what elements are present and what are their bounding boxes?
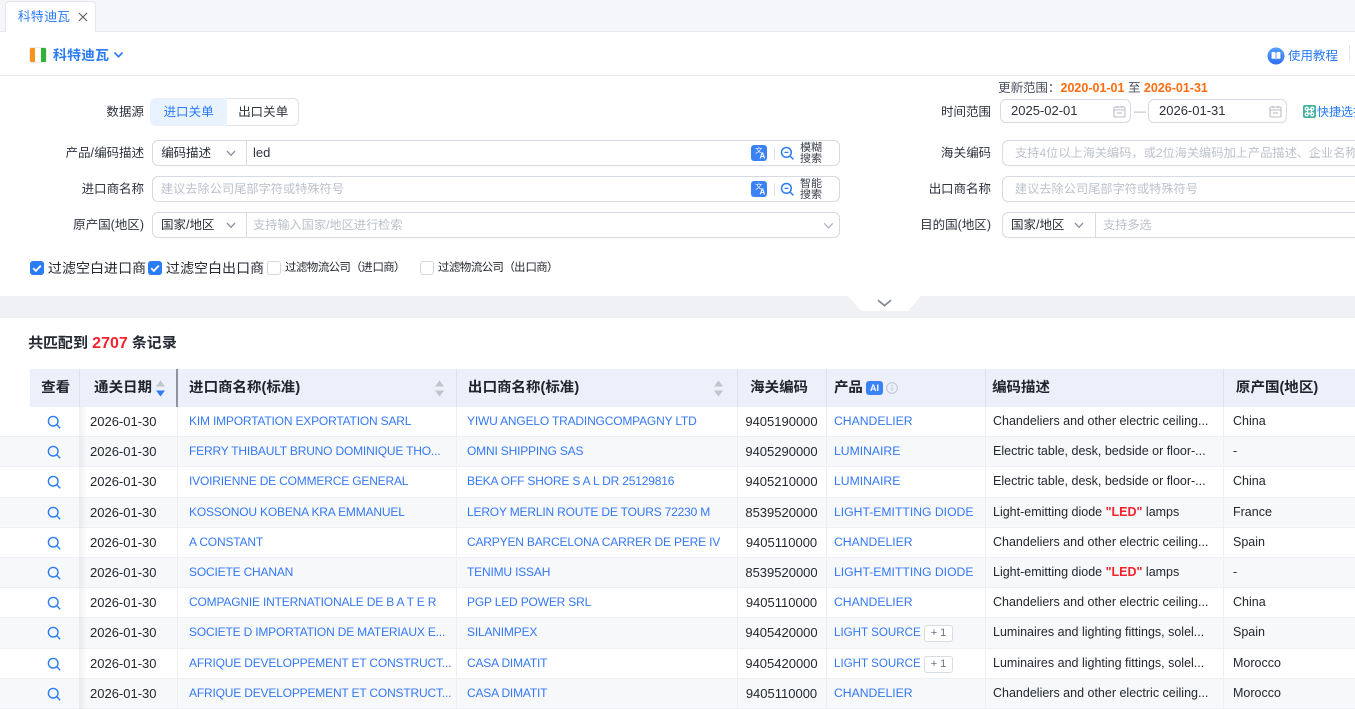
- svg-text:A: A: [760, 188, 766, 197]
- svg-text:A: A: [760, 152, 766, 161]
